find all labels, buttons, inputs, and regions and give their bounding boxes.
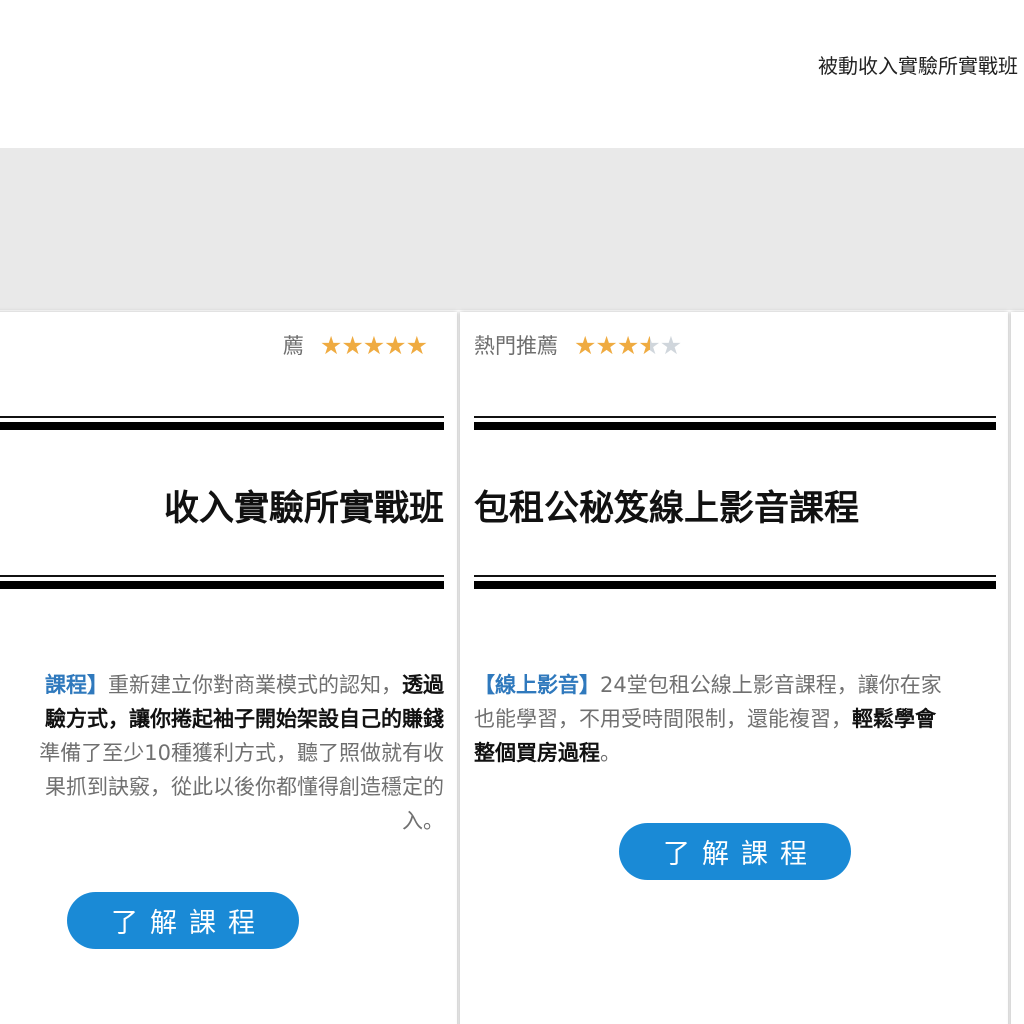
nav-link-course[interactable]: 被動收入實驗所實戰班 [818, 50, 1018, 79]
divider [474, 416, 996, 430]
star-full-icon: ★ [616, 330, 639, 360]
description-text: 果抓到訣竅，從此以後你都懂得創造穩定的 [45, 775, 444, 799]
page: 被動收入實驗所實戰班 課程 薦 ★★★★★ 收入實驗所實戰班 課程】重新建立你對… [0, 0, 1024, 1024]
emphasis-text: 輕鬆學會 [852, 707, 936, 731]
divider [0, 575, 444, 589]
star-full-icon: ★ [405, 330, 428, 360]
star-rating: ★ ★ ★ ★ ★ [574, 330, 682, 360]
description-line: 也能學習，不用受時間限制，還能複習，輕鬆學會 [474, 702, 994, 736]
course-description: 課程】重新建立你對商業模式的認知，透過驗方式，讓你捲起袖子開始架設自己的賺錢 準備… [0, 668, 444, 838]
rating-row: 薦 ★ ★ ★ ★ ★ [282, 328, 428, 362]
description-text: 。 [600, 741, 621, 765]
divider [0, 416, 444, 430]
course-card: 熱門推薦 ★ ★ ★ ★ ★ 包租公秘笈線上影音課程 【線上影音】24堂包租公線上影音課… [460, 312, 1008, 1024]
category-tag: 課程】 [45, 673, 108, 697]
emphasis-text: 整個買房過程 [474, 741, 600, 765]
description-line: 課程】重新建立你對商業模式的認知，透過 [0, 668, 444, 702]
category-tag: 【線上影音】 [474, 673, 600, 697]
description-line: 入。 [0, 804, 444, 838]
description-line: 準備了至少10種獲利方式，聽了照做就有收 [0, 736, 444, 770]
description-text: 入。 [402, 809, 444, 833]
description-text: 也能學習，不用受時間限制，還能複習， [474, 707, 852, 731]
learn-more-button[interactable]: 了解課程 [619, 823, 851, 880]
badge-label: 薦 [282, 334, 304, 358]
description-line: 驗方式，讓你捲起袖子開始架設自己的賺錢 [0, 702, 444, 736]
section-header-band: 課程 [0, 148, 1024, 455]
description-line: 果抓到訣竅，從此以後你都懂得創造穩定的 [0, 770, 444, 804]
course-title: 收入實驗所實戰班 [163, 489, 444, 529]
star-full-icon: ★ [574, 330, 596, 360]
learn-more-button[interactable]: 了解課程 [67, 892, 299, 949]
star-full-icon: ★ [595, 330, 617, 360]
course-description: 【線上影音】24堂包租公線上影音課程，讓你在家 也能學習，不用受時間限制，還能複習… [474, 668, 994, 770]
top-navigation: 被動收入實驗所實戰班 [0, 0, 1024, 148]
star-full-icon: ★ [319, 330, 342, 360]
description-line: 【線上影音】24堂包租公線上影音課程，讓你在家 [474, 668, 994, 702]
description-text: 24堂包租公線上影音課程，讓你在家 [600, 673, 942, 697]
divider [474, 575, 996, 589]
course-card: 薦 ★ ★ ★ ★ ★ 收入實驗所實戰班 課程】重新建立你對商業模式的認知，透過 驗方式，… [0, 312, 457, 1024]
description-line: 整個買房過程。 [474, 736, 994, 770]
emphasis-text: 驗方式，讓你捲起袖子開始架設自己的賺錢 [45, 707, 444, 731]
rating-row: 熱門推薦 ★ ★ ★ ★ ★ [474, 328, 682, 362]
star-full-icon: ★ [384, 330, 406, 360]
emphasis-text: 透過 [402, 673, 444, 697]
star-full-icon: ★ [362, 330, 385, 360]
badge-label: 熱門推薦 [474, 334, 558, 358]
star-half-icon: ★ [638, 330, 660, 360]
star-empty-icon: ★ [659, 330, 682, 360]
star-rating: ★ ★ ★ ★ ★ [319, 330, 428, 360]
description-text: 準備了至少10種獲利方式，聽了照做就有收 [39, 741, 444, 765]
description-text: 重新建立你對商業模式的認知， [108, 673, 402, 697]
course-card-partial [1011, 312, 1024, 1024]
course-title: 包租公秘笈線上影音課程 [474, 489, 860, 529]
star-full-icon: ★ [341, 330, 363, 360]
